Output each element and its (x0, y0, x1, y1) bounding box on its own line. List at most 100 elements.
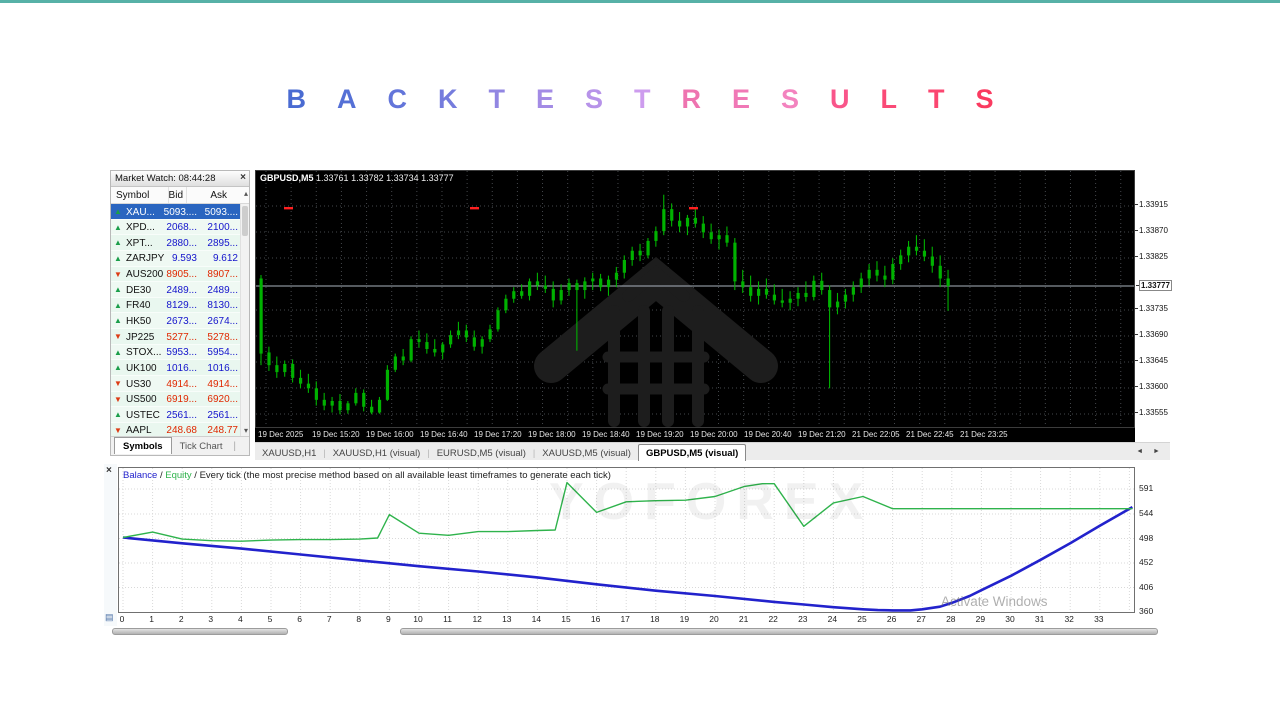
market-watch-header: Symbol Bid Ask ▴ (111, 187, 249, 204)
ask-value: 5093.... (204, 206, 238, 218)
time-axis-label: 21 Dec 22:45 (906, 430, 954, 439)
market-watch-tab-symbols[interactable]: Symbols (114, 437, 172, 454)
title-letter: T (928, 84, 945, 114)
symbol-label: FR40 (126, 300, 151, 312)
chart-tab-eurusd-m5-visual-[interactable]: EURUSD,M5 (visual) (430, 445, 533, 461)
scroll-up-icon[interactable]: ▴ (244, 189, 248, 198)
symbol-label: USTEC (126, 409, 160, 421)
title-letter: L (880, 84, 898, 114)
time-axis-label: 19 Dec 21:20 (798, 430, 846, 439)
tester-x-label: 33 (1094, 614, 1104, 624)
chart-ohlc-values: 1.33761 1.33782 1.33734 1.33777 (316, 173, 454, 183)
chart-tab-xauusd-h1-visual-[interactable]: XAUUSD,H1 (visual) (326, 445, 428, 461)
arrow-up-icon: ▲ (114, 363, 122, 373)
journal-icon[interactable]: ▤ (105, 612, 114, 623)
column-symbol[interactable]: Symbol (116, 190, 149, 201)
ask-value: 2895... (207, 237, 238, 249)
bid-value: 2068... (166, 222, 197, 234)
market-watch-row[interactable]: ▼ US500 6919... 6920... (111, 391, 240, 408)
tester-x-label: 12 (472, 614, 482, 624)
market-watch-row[interactable]: ▼ AUS200 8905... 8907... (111, 266, 240, 283)
ask-value: 5278... (207, 331, 238, 343)
balance-equity-chart[interactable]: Balance / Equity / Every tick (the most … (118, 467, 1135, 613)
market-watch-row[interactable]: ▲ HK50 2673... 2674... (111, 313, 240, 330)
market-watch-row[interactable]: ▲ USTEC 2561... 2561... (111, 407, 240, 423)
arrow-down-icon: ▼ (114, 269, 122, 279)
market-watch-row[interactable]: ▲ ZARJPY 9.593 9.612 (111, 250, 240, 267)
tester-x-label: 1 (149, 614, 154, 624)
price-axis-label: 1.33690 (1135, 330, 1168, 339)
title-letter: S (781, 84, 800, 114)
title-letter: U (830, 84, 850, 114)
time-axis-label: 19 Dec 16:40 (420, 430, 468, 439)
market-watch-tabs: Symbols Tick Chart | (111, 436, 249, 455)
market-watch-row[interactable]: ▲ UK100 1016... 1016... (111, 360, 240, 377)
market-watch-row[interactable]: ▲ DE30 2489... 2489... (111, 282, 240, 298)
symbol-label: US500 (126, 394, 157, 406)
tester-x-label: 3 (208, 614, 214, 624)
market-watch-row[interactable]: ▲ FR40 8129... 8130... (111, 297, 240, 314)
tester-x-label: 5 (267, 614, 273, 624)
tester-x-label: 22 (768, 614, 778, 624)
chart-tab-xauusd-h1[interactable]: XAUUSD,H1 (255, 445, 323, 461)
chart-tab-bar: XAUUSD,H1 | XAUUSD,H1 (visual) | EURUSD,M5 (… (255, 442, 1170, 461)
market-watch-tab-tick-chart[interactable]: Tick Chart (172, 438, 231, 454)
bid-value: 2880... (166, 237, 197, 249)
chart-tab-gbpusd-m5-visual-[interactable]: GBPUSD,M5 (visual) (637, 444, 747, 461)
scroll-down-icon[interactable]: ▾ (244, 426, 248, 435)
market-watch-row[interactable]: ▲ XAU... 5093.... 5093.... (111, 204, 240, 220)
symbol-label: JP225 (126, 331, 155, 343)
time-axis[interactable]: 19 Dec 2025 19 Dec 15:20 19 Dec 16:00 19 De… (255, 428, 1135, 442)
bid-value: 4914... (166, 378, 197, 390)
page-title: BACKTESTRESULTS (0, 84, 1280, 115)
symbol-label: US30 (126, 378, 152, 390)
chart-ohlc-title: GBPUSD,M5 1.33761 1.33782 1.33734 1.3377… (260, 173, 454, 183)
legend-balance: Balance (123, 470, 158, 481)
scrollbar-thumb[interactable] (242, 206, 248, 236)
tester-x-label: 23 (798, 614, 808, 624)
scrollbar-segment-right[interactable] (400, 628, 1158, 635)
arrow-down-icon: ▼ (114, 425, 122, 435)
scrollbar-segment-left[interactable] (112, 628, 288, 635)
column-ask[interactable]: Ask (210, 190, 227, 201)
close-icon[interactable]: × (106, 465, 112, 476)
market-watch-titlebar: Market Watch: 08:44:28 × (111, 171, 249, 187)
candlestick-chart[interactable]: GBPUSD,M5 1.33761 1.33782 1.33734 1.3377… (255, 170, 1135, 428)
arrow-down-icon: ▼ (114, 379, 122, 389)
market-watch-row[interactable]: ▲ XPD... 2068... 2100... (111, 219, 240, 236)
tester-x-label: 20 (709, 614, 719, 624)
market-watch-row[interactable]: ▲ XPT... 2880... 2895... (111, 235, 240, 251)
ask-value: 2489... (207, 284, 238, 296)
chart-tab-xauusd-m5-visual-[interactable]: XAUUSD,M5 (visual) (535, 445, 638, 461)
tester-x-label: 30 (1005, 614, 1015, 624)
market-watch-row[interactable]: ▼ AAPL 248.68 248.77 (111, 422, 240, 436)
close-icon[interactable]: × (240, 172, 246, 183)
price-axis[interactable]: 1.33915 1.33870 1.33825 1.33777 1.33735 1.336… (1135, 170, 1172, 428)
tester-x-label: 13 (502, 614, 512, 624)
tester-x-label: 8 (356, 614, 362, 624)
tab-scroll-arrows[interactable]: ◄ ► (1136, 448, 1164, 455)
time-axis-label: 19 Dec 18:40 (582, 430, 630, 439)
tester-x-label: 19 (679, 614, 690, 624)
chart-symbol: GBPUSD,M5 (260, 173, 314, 183)
legend-equity: Equity (165, 470, 192, 481)
market-watch-row[interactable]: ▼ US30 4914... 4914... (111, 376, 240, 392)
title-letter: T (488, 84, 505, 114)
time-axis-label: 19 Dec 18:00 (528, 430, 576, 439)
market-watch-scrollbar[interactable] (240, 204, 249, 436)
ask-value: 248.77 (207, 425, 238, 436)
symbol-label: HK50 (126, 315, 152, 327)
price-axis-label: 1.33600 (1135, 382, 1168, 391)
bid-value: 1016... (166, 362, 197, 374)
tester-y-label: 591 (1139, 483, 1154, 493)
market-watch-row[interactable]: ▲ STOX... 5953... 5954... (111, 344, 240, 361)
market-watch-row[interactable]: ▼ JP225 5277... 5278... (111, 329, 240, 345)
tester-x-label: 10 (413, 614, 423, 624)
tester-x-label: 26 (886, 614, 897, 624)
bid-value: 9.593 (171, 253, 197, 265)
tester-x-label: 2 (178, 614, 184, 624)
symbol-label: DE30 (126, 284, 152, 296)
bid-value: 5277... (166, 331, 197, 343)
price-axis-label: 1.33870 (1135, 226, 1168, 235)
column-bid[interactable]: Bid (169, 190, 183, 201)
